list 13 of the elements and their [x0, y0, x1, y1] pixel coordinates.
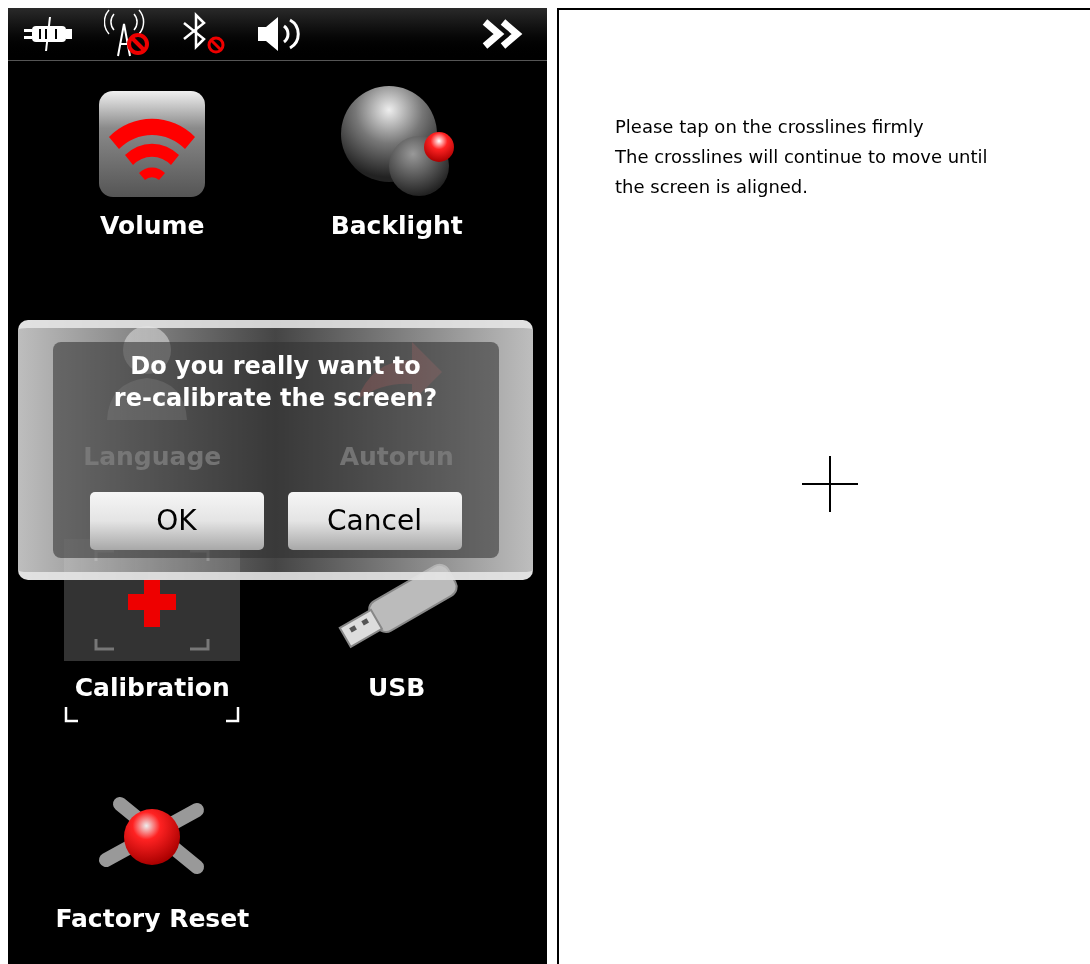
signal-waves-icon [97, 89, 208, 199]
setting-label[interactable]: Calibration [74, 673, 230, 703]
setting-label[interactable]: Factory Reset [55, 904, 250, 934]
dialog-button[interactable]: Cancel [287, 492, 462, 550]
chevrons-icon[interactable] [481, 18, 525, 50]
setting-label[interactable]: Volume [100, 211, 205, 241]
calibration-instructions: Please tap on the crosslines firmly The crosslines will continue to move until the screen is aligned. [615, 115, 989, 199]
dialog-message: Do you really want to re-calibrate the screen? [113, 351, 438, 414]
dialog-button[interactable]: OK [89, 492, 264, 550]
speaker-icon[interactable] [256, 14, 302, 54]
crosshair-icon[interactable] [802, 456, 858, 512]
setting-label[interactable]: USB [368, 673, 426, 703]
setting-label[interactable]: Backlight [330, 211, 463, 241]
